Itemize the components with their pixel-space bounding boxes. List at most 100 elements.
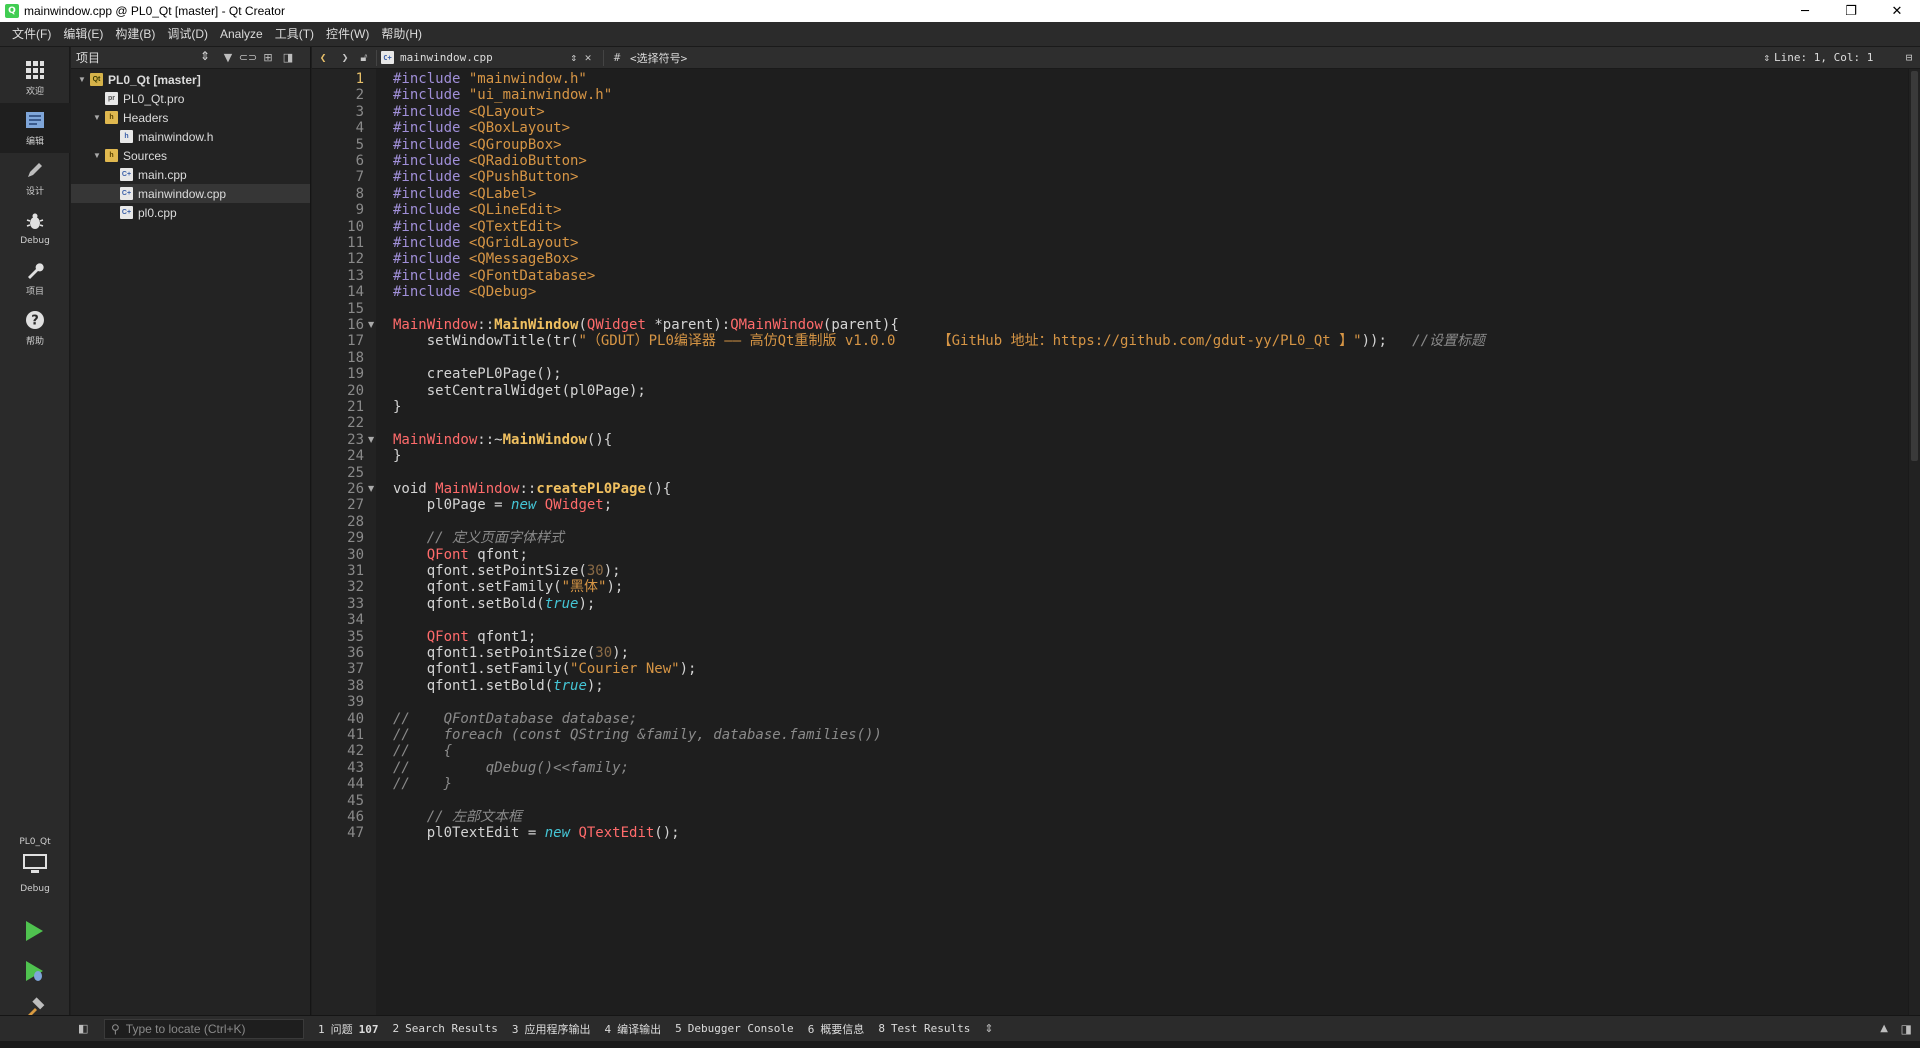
mode-edit[interactable]: 编辑 bbox=[0, 103, 70, 153]
code-token: createPL0Page(); bbox=[393, 366, 562, 383]
code-token: true bbox=[553, 677, 587, 694]
fold-arrow-icon[interactable]: ▼ bbox=[368, 317, 374, 333]
line-number: 22 bbox=[347, 415, 364, 432]
menu-analyze[interactable]: Analyze bbox=[214, 22, 269, 47]
code-line: pl0TextEdit = new QTextEdit(); bbox=[393, 825, 680, 841]
code-token: createPL0Page bbox=[536, 481, 646, 497]
code-token: qfont1; bbox=[468, 628, 537, 645]
tree-item-sources[interactable]: ▼ h Sources bbox=[71, 146, 310, 165]
code-token: <QTextEdit> bbox=[468, 218, 562, 235]
back-arrow-icon[interactable]: ❮ bbox=[312, 47, 334, 69]
navigation-view-select[interactable]: 项目 ⇕ bbox=[76, 49, 216, 66]
mode-help[interactable]: ? 帮助 bbox=[0, 303, 70, 353]
menu-edit[interactable]: 编辑(E) bbox=[57, 22, 109, 47]
output-tabs: 1 问题 107 2 Search Results 3 应用程序输出 4 编译输出 5 Debugg… bbox=[304, 1021, 970, 1037]
line-number: 46 bbox=[347, 809, 364, 825]
output-tab-6[interactable]: 6 概要信息 bbox=[808, 1021, 865, 1037]
symbol-select[interactable]: <选择符号> bbox=[630, 50, 1763, 66]
code-token: *parent): bbox=[645, 317, 731, 333]
menu-file[interactable]: 文件(F) bbox=[6, 22, 57, 47]
tree-item-mainwindow-h[interactable]: h mainwindow.h bbox=[71, 127, 310, 146]
code-token: "（GDUT）PL0编译器 —— 高仿Qt重制版 v1.0.0 【GitHub … bbox=[578, 333, 1362, 350]
code-line: #include <QTextEdit> bbox=[393, 219, 562, 235]
scrollbar-thumb[interactable] bbox=[1911, 71, 1918, 461]
output-tab-3[interactable]: 3 应用程序输出 bbox=[512, 1021, 591, 1037]
code-token: "Courier New" bbox=[570, 661, 680, 678]
menu-tools[interactable]: 工具(T) bbox=[269, 22, 320, 47]
code-token: } bbox=[393, 448, 402, 465]
code-token: QWidget bbox=[586, 317, 646, 333]
navigation-toolbar: 项目 ⇕ ▼ ⊂⊃ ⊞ ◨ bbox=[71, 47, 310, 69]
expand-arrow-icon[interactable]: ▼ bbox=[92, 113, 102, 122]
tree-item-pl0-cpp[interactable]: C+ pl0.cpp bbox=[71, 203, 310, 222]
fold-arrow-icon[interactable]: ▼ bbox=[368, 432, 374, 448]
tree-item-mainwindow-cpp[interactable]: C+ mainwindow.cpp bbox=[71, 184, 310, 203]
split-icon[interactable]: ⊞ bbox=[260, 50, 276, 66]
close-document-icon[interactable]: ✕ bbox=[577, 47, 599, 69]
open-documents-select[interactable]: C+ mainwindow.cpp ⇕ bbox=[381, 51, 577, 64]
code-token: // 左部文本框 bbox=[393, 809, 523, 825]
line-number: 19 bbox=[347, 366, 364, 383]
mode-design[interactable]: 设计 bbox=[0, 153, 70, 203]
code-token: // 定义页面字体样式 bbox=[393, 530, 565, 547]
line-number-gutter: 1 2 3 4 5 6 7 8 9 10 11 12 13 14 15 16 ▼ 17 18 19 20 21 22 23 ▼ 2… bbox=[312, 69, 376, 1015]
code-token: <QLineEdit> bbox=[468, 202, 562, 219]
kit-selector[interactable]: PL0_Qt Debug bbox=[0, 837, 70, 894]
menu-widgets[interactable]: 控件(W) bbox=[320, 22, 375, 47]
maximize-output-icon[interactable]: ▲ bbox=[1880, 1023, 1888, 1034]
output-pane-bar: ◧ ⚲ Type to locate (Ctrl+K) 1 问题 107 2 Searc… bbox=[0, 1015, 1920, 1041]
monitor-icon bbox=[22, 853, 48, 878]
line-number: 6 bbox=[355, 153, 364, 169]
tree-item-main-cpp[interactable]: C+ main.cpp bbox=[71, 165, 310, 184]
tree-item-label: pl0.cpp bbox=[138, 205, 177, 220]
lock-icon: 🔓︎ bbox=[360, 50, 368, 64]
expand-arrow-icon[interactable]: ▼ bbox=[77, 75, 87, 84]
menu-debug[interactable]: 调试(D) bbox=[161, 22, 214, 47]
toggle-sidebar-icon[interactable]: ◧ bbox=[78, 1022, 88, 1035]
tree-item-headers[interactable]: ▼ h Headers bbox=[71, 108, 310, 127]
code-token: <QGridLayout> bbox=[468, 235, 579, 251]
mode-welcome[interactable]: 欢迎 bbox=[0, 53, 70, 103]
code-token: #include bbox=[393, 235, 469, 251]
run-button[interactable] bbox=[22, 919, 46, 946]
output-tab-number: 3 bbox=[511, 1022, 519, 1036]
output-tab-1[interactable]: 1 问题 107 bbox=[318, 1021, 379, 1037]
menu-help[interactable]: 帮助(H) bbox=[375, 22, 428, 47]
code-editor[interactable]: 1 2 3 4 5 6 7 8 9 10 11 12 13 14 15 16 ▼ 17 18 19 20 21 22 23 ▼ 2… bbox=[312, 69, 1908, 1015]
cursor-position[interactable]: Line: 1, Col: 1 bbox=[1774, 51, 1898, 64]
close-sidebar-icon[interactable]: ◨ bbox=[280, 50, 296, 66]
expand-arrow-icon[interactable]: ▼ bbox=[92, 151, 102, 160]
line-number: 11 bbox=[347, 235, 364, 251]
fold-arrow-icon[interactable]: ▼ bbox=[368, 481, 374, 497]
menu-build[interactable]: 构建(B) bbox=[109, 22, 161, 47]
code-token: new bbox=[511, 497, 545, 514]
output-tab-2[interactable]: 2 Search Results bbox=[393, 1022, 498, 1035]
debug-run-button[interactable] bbox=[22, 959, 46, 986]
code-token: // foreach (const QString &family, datab… bbox=[393, 727, 882, 743]
updown-icon[interactable]: ⇕ bbox=[984, 1022, 993, 1035]
close-button[interactable]: ✕ bbox=[1874, 0, 1920, 22]
forward-arrow-icon[interactable]: ❯ bbox=[334, 47, 356, 69]
toggle-right-sidebar-icon[interactable]: ◨ bbox=[1901, 1022, 1912, 1036]
code-line: MainWindow::MainWindow(QWidget *parent):… bbox=[393, 317, 899, 333]
split-editor-icon[interactable]: ⊟ bbox=[1898, 47, 1920, 69]
filter-icon[interactable]: ▼ bbox=[220, 50, 236, 66]
code-line: // } bbox=[393, 776, 452, 792]
window-title: mainwindow.cpp @ PL0_Qt [master] - Qt Cr… bbox=[24, 4, 285, 18]
output-tab-4[interactable]: 4 编译输出 bbox=[604, 1021, 661, 1037]
code-token: <QBoxLayout> bbox=[468, 120, 571, 137]
output-tab-8[interactable]: 8 Test Results bbox=[878, 1022, 970, 1035]
restore-button[interactable]: ❐ bbox=[1828, 0, 1874, 22]
edit-doc-icon bbox=[24, 109, 46, 131]
code-token: ( bbox=[578, 317, 587, 333]
output-tab-5[interactable]: 5 Debugger Console bbox=[675, 1022, 794, 1035]
tree-item-pl0-qt-master[interactable]: ▼ Qt PL0_Qt [master] bbox=[71, 70, 310, 89]
mode-debug[interactable]: Debug bbox=[0, 203, 70, 253]
projects-wrench-icon bbox=[24, 259, 46, 281]
minimize-button[interactable]: ─ bbox=[1782, 0, 1828, 22]
link-icon[interactable]: ⊂⊃ bbox=[239, 50, 257, 66]
locator-input[interactable]: ⚲ Type to locate (Ctrl+K) bbox=[104, 1018, 304, 1039]
mode-projects[interactable]: 项目 bbox=[0, 253, 70, 303]
editor-vertical-scrollbar[interactable] bbox=[1908, 69, 1920, 1015]
tree-item-pl0-qt-pro[interactable]: pr PL0_Qt.pro bbox=[71, 89, 310, 108]
